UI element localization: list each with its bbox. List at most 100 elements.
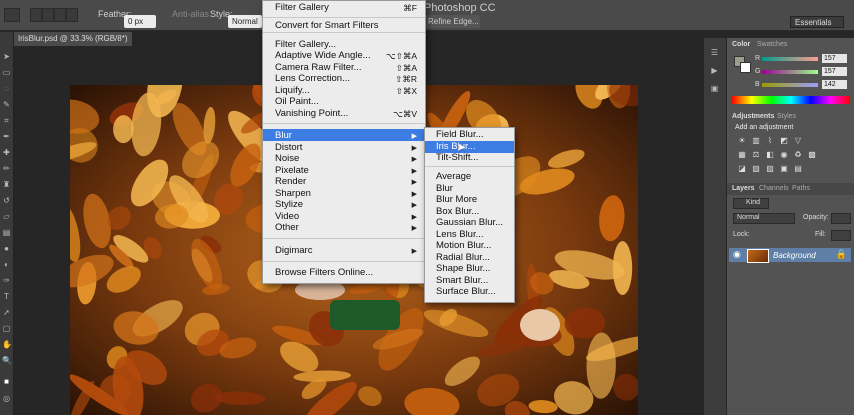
menu-item-filter-gallery[interactable]: Filter Gallery... <box>275 39 336 50</box>
blue-slider[interactable] <box>762 83 818 87</box>
menu-item-browse-filters-online[interactable]: Browse Filters Online... <box>275 267 373 278</box>
menu-item-camera-raw-filter[interactable]: Camera Raw Filter... <box>275 62 362 73</box>
layer-kind-filter[interactable]: Kind <box>733 198 769 209</box>
play-action-icon[interactable]: ▶ <box>710 66 719 75</box>
hue-saturation-icon[interactable]: ▦ <box>737 150 747 159</box>
workspace-select[interactable]: Essentials <box>790 16 844 28</box>
submenu-item-radial-blur[interactable]: Radial Blur... <box>436 252 490 263</box>
threshold-icon[interactable]: ▨ <box>765 164 775 173</box>
eyedropper-tool-icon[interactable]: ✒ <box>2 132 11 141</box>
quick-mask-icon[interactable]: ◎ <box>2 394 11 403</box>
red-value[interactable]: 157 <box>822 54 847 63</box>
tab-adjustments[interactable]: Adjustments <box>732 112 774 122</box>
history-brush-tool-icon[interactable]: ↺ <box>2 196 11 205</box>
blend-mode-select[interactable]: Normal <box>733 213 795 224</box>
submenu-item-surface-blur[interactable]: Surface Blur... <box>436 286 496 297</box>
menu-item-stylize[interactable]: Stylize <box>275 199 303 210</box>
menu-item-oil-paint[interactable]: Oil Paint... <box>275 96 319 107</box>
tab-layers[interactable]: Layers <box>732 184 755 194</box>
crop-tool-icon[interactable]: ⌗ <box>2 116 11 125</box>
menu-item-digimarc[interactable]: Digimarc <box>275 245 312 256</box>
submenu-item-field-blur[interactable]: Field Blur... <box>436 129 484 140</box>
brightness-contrast-icon[interactable]: ☀ <box>737 136 747 145</box>
menu-item-pixelate[interactable]: Pixelate <box>275 165 309 176</box>
color-spectrum[interactable] <box>732 96 850 104</box>
menu-item-convert-smart-filters[interactable]: Convert for Smart Filters <box>275 20 378 31</box>
foreground-color-icon[interactable]: ■ <box>2 377 11 386</box>
fill-input[interactable] <box>831 230 851 241</box>
black-white-icon[interactable]: ◧ <box>765 150 775 159</box>
dodge-tool-icon[interactable]: ◐ <box>2 260 11 269</box>
subtract-selection-icon[interactable] <box>54 8 66 22</box>
tab-channels[interactable]: Channels <box>759 184 789 194</box>
blue-value[interactable]: 142 <box>822 80 847 89</box>
gradient-tool-icon[interactable]: ▤ <box>2 228 11 237</box>
submenu-item-blur-more[interactable]: Blur More <box>436 194 477 205</box>
eraser-tool-icon[interactable]: ▱ <box>2 212 11 221</box>
color-balance-icon[interactable]: ⚖ <box>751 150 761 159</box>
tab-paths[interactable]: Paths <box>792 184 810 194</box>
quick-select-tool-icon[interactable]: ✎ <box>2 100 11 109</box>
submenu-item-lens-blur[interactable]: Lens Blur... <box>436 229 484 240</box>
menu-item-filter-gallery-last[interactable]: Filter Gallery <box>275 2 329 13</box>
submenu-item-box-blur[interactable]: Box Blur... <box>436 206 479 217</box>
menu-item-other[interactable]: Other <box>275 222 299 233</box>
new-selection-icon[interactable] <box>30 8 42 22</box>
pen-tool-icon[interactable]: ✑ <box>2 276 11 285</box>
menu-item-lens-correction[interactable]: Lens Correction... <box>275 73 350 84</box>
shape-tool-icon[interactable]: ▢ <box>2 324 11 333</box>
tab-swatches[interactable]: Swatches <box>757 40 787 50</box>
properties-panel-icon[interactable]: ▣ <box>710 84 719 93</box>
submenu-item-motion-blur[interactable]: Motion Blur... <box>436 240 491 251</box>
lasso-tool-icon[interactable]: ◌ <box>2 84 11 93</box>
green-value[interactable]: 157 <box>822 67 847 76</box>
antialias-label[interactable]: Anti-alias <box>172 9 209 19</box>
blur-tool-icon[interactable]: ● <box>2 244 11 253</box>
history-panel-icon[interactable]: ☰ <box>710 48 719 57</box>
menu-item-noise[interactable]: Noise <box>275 153 299 164</box>
move-tool-icon[interactable]: ➤ <box>2 52 11 61</box>
channel-mixer-icon[interactable]: ♻ <box>793 150 803 159</box>
exposure-icon[interactable]: ◩ <box>779 136 789 145</box>
menu-item-liquify[interactable]: Liquify... <box>275 85 310 96</box>
red-slider[interactable] <box>762 57 818 61</box>
document-tab[interactable]: IrisBlur.psd @ 33.3% (RGB/8*) <box>14 32 132 46</box>
marquee-tool-preset[interactable] <box>4 8 20 22</box>
menu-item-video[interactable]: Video <box>275 211 299 222</box>
menu-item-render[interactable]: Render <box>275 176 306 187</box>
submenu-item-blur[interactable]: Blur <box>436 183 453 194</box>
hand-tool-icon[interactable]: ✋ <box>2 340 12 349</box>
selective-color-icon[interactable]: ▣ <box>779 164 789 173</box>
submenu-item-shape-blur[interactable]: Shape Blur... <box>436 263 490 274</box>
tab-color[interactable]: Color <box>732 40 750 50</box>
healing-tool-icon[interactable]: ✚ <box>2 148 11 157</box>
background-swatch[interactable] <box>740 62 751 73</box>
zoom-tool-icon[interactable]: 🔍 <box>2 356 12 365</box>
opacity-input[interactable] <box>831 213 851 224</box>
path-select-tool-icon[interactable]: ➚ <box>2 308 11 317</box>
menu-item-blur[interactable]: Blur <box>275 130 292 141</box>
menu-item-distort[interactable]: Distort <box>275 142 302 153</box>
menu-item-sharpen[interactable]: Sharpen <box>275 188 311 199</box>
visibility-eye-icon[interactable]: ◉ <box>733 249 741 260</box>
submenu-item-smart-blur[interactable]: Smart Blur... <box>436 275 488 286</box>
style-select[interactable]: Normal <box>228 15 262 28</box>
clone-stamp-tool-icon[interactable]: ♜ <box>2 180 11 189</box>
refine-edge-button[interactable]: Refine Edge... <box>424 15 480 28</box>
add-selection-icon[interactable] <box>42 8 54 22</box>
layer-row-background[interactable]: ◉ Background 🔒 <box>729 248 851 263</box>
color-lookup-icon[interactable]: ▩ <box>807 150 817 159</box>
green-slider[interactable] <box>762 70 818 74</box>
curves-icon[interactable]: ⌇ <box>765 136 775 145</box>
tab-styles[interactable]: Styles <box>777 112 796 122</box>
levels-icon[interactable]: ▥ <box>751 136 761 145</box>
posterize-icon[interactable]: ▧ <box>751 164 761 173</box>
photo-filter-icon[interactable]: ◉ <box>779 150 789 159</box>
menu-item-vanishing-point[interactable]: Vanishing Point... <box>275 108 348 119</box>
marquee-tool-icon[interactable]: ▭ <box>2 68 11 77</box>
brush-tool-icon[interactable]: ✏ <box>2 164 11 173</box>
submenu-item-average[interactable]: Average <box>436 171 471 182</box>
gradient-map-icon[interactable]: ▤ <box>793 164 803 173</box>
vibrance-icon[interactable]: ▽ <box>793 136 803 145</box>
menu-item-adaptive-wide-angle[interactable]: Adaptive Wide Angle... <box>275 50 371 61</box>
